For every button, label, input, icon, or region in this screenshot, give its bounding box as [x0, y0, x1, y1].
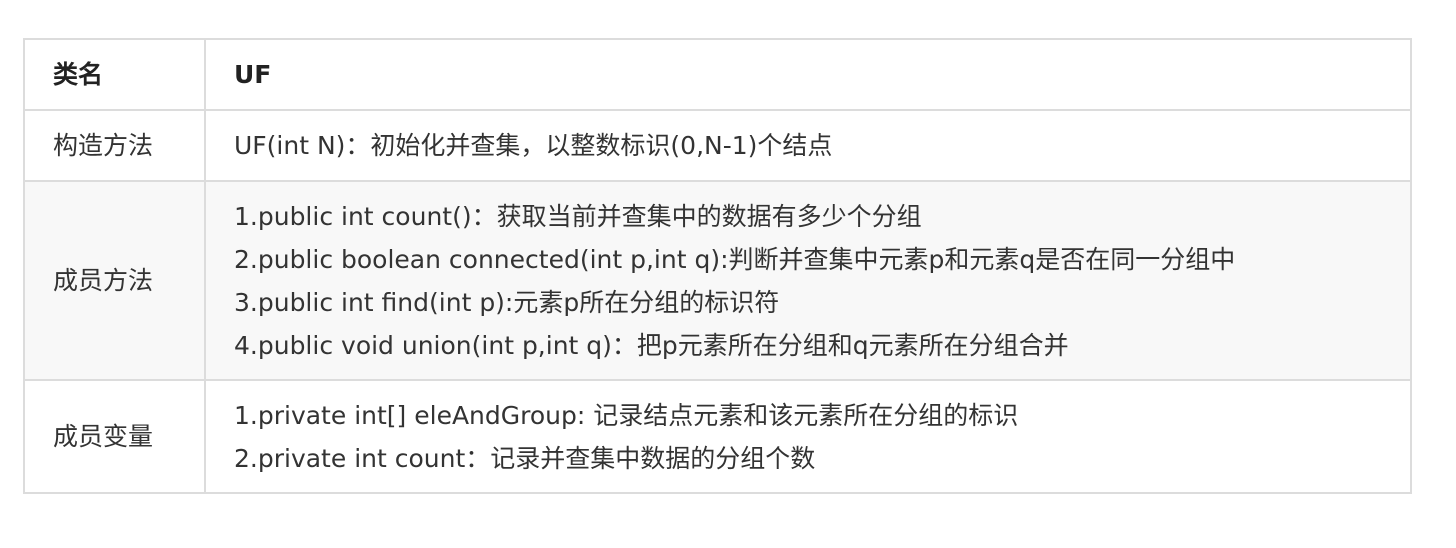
row-content-constructor: UF(int N)：初始化并查集，以整数标识(0,N-1)个结点: [204, 109, 1412, 182]
field-line-ele-and-group: 1.private int[] eleAndGroup: 记录结点元素和该元素所…: [234, 400, 1019, 430]
row-content-methods: 1.public int count()：获取当前并查集中的数据有多少个分组 2…: [204, 180, 1412, 381]
table-row-methods: 成员方法 1.public int count()：获取当前并查集中的数据有多少…: [23, 180, 1412, 381]
row-label-methods: 成员方法: [23, 180, 206, 381]
row-label-constructor: 构造方法: [23, 109, 206, 182]
method-line-union: 4.public void union(int p,int q)：把p元素所在分…: [234, 330, 1069, 360]
row-content-fields: 1.private int[] eleAndGroup: 记录结点元素和该元素所…: [204, 379, 1412, 494]
field-line-count: 2.private int count：记录并查集中数据的分组个数: [234, 443, 816, 473]
row-label-fields: 成员变量: [23, 379, 206, 494]
method-line-count: 1.public int count()：获取当前并查集中的数据有多少个分组: [234, 201, 922, 231]
method-line-connected: 2.public boolean connected(int p,int q):…: [234, 244, 1236, 274]
header-label-cell: 类名: [23, 38, 206, 111]
header-value-cell: UF: [204, 38, 1412, 111]
method-line-find: 3.public int find(int p):元素p所在分组的标识符: [234, 287, 780, 317]
header-row: 类名 UF: [23, 38, 1412, 111]
table-row-constructor: 构造方法 UF(int N)：初始化并查集，以整数标识(0,N-1)个结点: [23, 109, 1412, 182]
table-row-fields: 成员变量 1.private int[] eleAndGroup: 记录结点元素…: [23, 379, 1412, 494]
uf-api-table: 类名 UF 构造方法 UF(int N)：初始化并查集，以整数标识(0,N-1)…: [23, 38, 1412, 494]
constructor-line: UF(int N)：初始化并查集，以整数标识(0,N-1)个结点: [234, 131, 833, 160]
